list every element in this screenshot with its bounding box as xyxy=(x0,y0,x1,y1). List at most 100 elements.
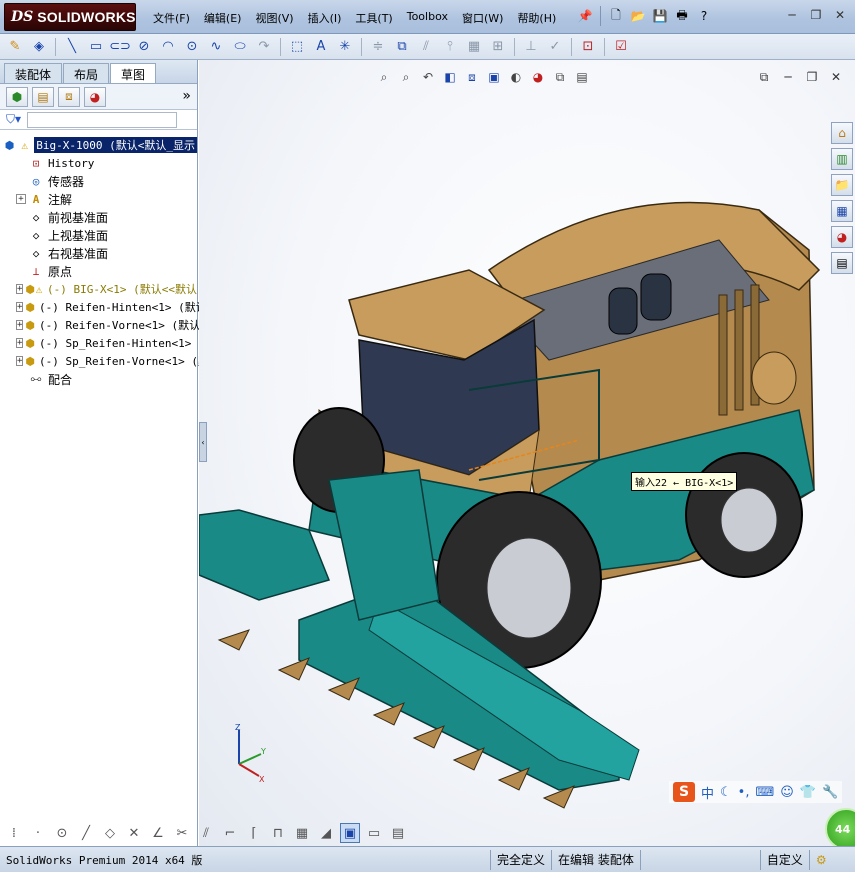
pin-icon[interactable]: 📌 xyxy=(576,7,594,25)
slot-icon[interactable]: ⊂⊃ xyxy=(109,37,131,57)
table-icon[interactable]: ▤ xyxy=(388,823,408,843)
expand-icon[interactable]: + xyxy=(16,320,24,330)
configurationmanager-icon[interactable]: ⧈ xyxy=(58,86,80,107)
open-folder-icon[interactable]: 📂 xyxy=(629,7,647,25)
tree-item-component[interactable]: + ⬢ (-) Reifen-Vorne<1> (默认< xyxy=(10,316,207,334)
menu-window[interactable]: 窗口(W) xyxy=(455,8,510,28)
mirror-icon[interactable]: ⫯ xyxy=(439,37,461,57)
displaymanager-icon[interactable]: ◕ xyxy=(84,86,106,107)
design-library-icon[interactable]: ▥ xyxy=(831,148,853,170)
tab-layout[interactable]: 布局 xyxy=(63,63,110,83)
user-icon[interactable]: ☺ xyxy=(780,785,794,800)
diamond-icon[interactable]: ◇ xyxy=(100,823,120,843)
line-icon[interactable]: ╲ xyxy=(61,37,83,57)
hide-show-icon[interactable]: ◐ xyxy=(507,68,525,86)
cross-icon[interactable]: ✕ xyxy=(124,823,144,843)
tree-item-front-plane[interactable]: ◇ 前视基准面 xyxy=(10,208,197,226)
graphics-area[interactable]: ‹ ⌕ ⌕ ↶ ◧ ⧈ ▣ ◐ ◕ ⧉ ▤ ⧉ ─ ❐ ✕ ⌂ ▥ 📁 ▦ ◕ … xyxy=(199,60,855,846)
tree-item-annotations[interactable]: + A 注解 xyxy=(10,190,197,208)
viewport-maximize-icon[interactable]: ❐ xyxy=(803,68,821,86)
punctuation-icon[interactable]: •, xyxy=(738,785,750,800)
tree-item-sensors[interactable]: ◎ 传感器 xyxy=(10,172,197,190)
tree-item-history[interactable]: ⊡ History xyxy=(10,154,197,172)
angle-icon[interactable]: ∠ xyxy=(148,823,168,843)
menu-tools[interactable]: 工具(T) xyxy=(348,8,399,28)
circle-icon[interactable]: ⊘ xyxy=(133,37,155,57)
tab-sketch[interactable]: 草图 xyxy=(110,63,157,83)
harvester-model[interactable] xyxy=(199,60,855,846)
filter-input[interactable] xyxy=(27,111,178,128)
status-units[interactable]: 自定义 xyxy=(759,849,809,870)
help-icon[interactable]: ? xyxy=(695,7,713,25)
tree-item-component[interactable]: + ⬢ ⚠ (-) BIG-X<1> (默认<<默认 xyxy=(10,280,197,298)
instant2d-icon[interactable]: ☑ xyxy=(610,37,632,57)
print-icon[interactable]: 🖶 xyxy=(673,7,691,25)
ime-language[interactable]: 中 xyxy=(701,783,714,802)
corner-icon[interactable]: ⌐ xyxy=(220,823,240,843)
quick-snaps-icon[interactable]: ⊡ xyxy=(577,37,599,57)
smart-dimension-icon[interactable]: ◈ xyxy=(28,37,50,57)
menu-toolbox[interactable]: Toolbox xyxy=(400,8,455,28)
appearances-icon[interactable]: ◕ xyxy=(831,226,853,248)
expand-icon[interactable]: + xyxy=(16,338,24,348)
point-icon[interactable]: ✳ xyxy=(334,37,356,57)
zoom-to-fit-icon[interactable]: ⌕ xyxy=(375,68,393,86)
menu-file[interactable]: 文件(F) xyxy=(146,8,197,28)
cube-icon[interactable]: ▣ xyxy=(340,823,360,843)
viewport-restore-icon[interactable]: ⧉ xyxy=(755,68,773,86)
restore-icon[interactable]: ❐ xyxy=(807,6,825,24)
offset-icon[interactable]: ⫽ xyxy=(415,37,437,57)
status-icon[interactable]: ⚙ xyxy=(808,849,833,870)
moon-icon[interactable]: ☾ xyxy=(720,785,732,800)
tree-item-component[interactable]: + ⬢ (-) Sp_Reifen-Hinten<1> ( xyxy=(10,334,205,352)
point-icon[interactable]: · xyxy=(28,823,48,843)
menu-edit[interactable]: 编辑(E) xyxy=(197,8,249,28)
close-icon[interactable]: ✕ xyxy=(831,6,849,24)
minimize-icon[interactable]: ─ xyxy=(783,6,801,24)
circle-icon[interactable]: ⊙ xyxy=(52,823,72,843)
trim-icon[interactable]: ≑ xyxy=(367,37,389,57)
expand-icon[interactable]: + xyxy=(16,284,24,294)
fillet-icon[interactable]: ↷ xyxy=(253,37,275,57)
tree-item-right-plane[interactable]: ◇ 右视基准面 xyxy=(10,244,197,262)
keyboard-icon[interactable]: ⌨ xyxy=(755,785,774,800)
scene-icon[interactable]: ⧉ xyxy=(551,68,569,86)
convert-entities-icon[interactable]: ⧉ xyxy=(391,37,413,57)
view-settings-icon[interactable]: ▤ xyxy=(573,68,591,86)
plane-icon[interactable]: ⬚ xyxy=(286,37,308,57)
tree-item-component[interactable]: + ⬢ (-) Reifen-Hinten<1> (默认 xyxy=(10,298,207,316)
solidworks-logo[interactable]: DS SOLIDWORKS xyxy=(4,3,136,31)
bracket-icon[interactable]: ⌈ xyxy=(244,823,264,843)
tab-assembly[interactable]: 装配体 xyxy=(4,63,63,83)
wrench-icon[interactable]: 🔧 xyxy=(822,785,838,800)
tree-item-top-plane[interactable]: ◇ 上视基准面 xyxy=(10,226,197,244)
menu-view[interactable]: 视图(V) xyxy=(248,8,300,28)
section-view-icon[interactable]: ◧ xyxy=(441,68,459,86)
scissors-icon[interactable]: ✂ xyxy=(172,823,192,843)
pattern-icon[interactable]: ▦ xyxy=(463,37,485,57)
tree-root[interactable]: ⬢ ⚠ Big-X-1000 (默认<默认_显示 xyxy=(0,136,197,154)
grid-icon[interactable]: ▦ xyxy=(292,823,312,843)
display-style-icon[interactable]: ▣ xyxy=(485,68,503,86)
spline-icon[interactable]: ∿ xyxy=(205,37,227,57)
relations-icon[interactable]: ⊥ xyxy=(520,37,542,57)
arc-icon[interactable]: ◠ xyxy=(157,37,179,57)
text-icon[interactable]: A xyxy=(310,37,332,57)
appearance-icon[interactable]: ◕ xyxy=(529,68,547,86)
expand-icon[interactable]: + xyxy=(16,302,24,312)
view-palette-icon[interactable]: ▦ xyxy=(831,200,853,222)
sketch-icon[interactable]: ✎ xyxy=(4,37,26,57)
viewport-minimize-icon[interactable]: ─ xyxy=(779,68,797,86)
triangle-icon[interactable]: ◢ xyxy=(316,823,336,843)
expand-icon[interactable]: + xyxy=(16,356,24,366)
save-icon[interactable]: 💾 xyxy=(651,7,669,25)
repair-icon[interactable]: ✓ xyxy=(544,37,566,57)
file-explorer-icon[interactable]: 📁 xyxy=(831,174,853,196)
menu-insert[interactable]: 插入(I) xyxy=(301,8,349,28)
window-icon[interactable]: ▭ xyxy=(364,823,384,843)
shirt-icon[interactable]: 👕 xyxy=(800,785,816,800)
custom-properties-icon[interactable]: ▤ xyxy=(831,252,853,274)
move-entities-icon[interactable]: ⊞ xyxy=(487,37,509,57)
chevron-right-icon[interactable]: » xyxy=(182,88,191,104)
menu-help[interactable]: 帮助(H) xyxy=(510,8,563,28)
